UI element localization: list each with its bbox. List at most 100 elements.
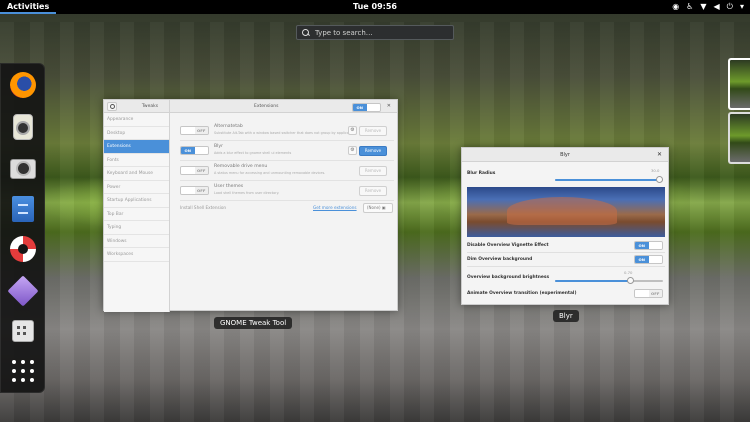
remove-button[interactable]: Remove (359, 146, 387, 156)
extension-toggle[interactable]: OFF (180, 126, 209, 135)
extensions-master-toggle[interactable]: ON (352, 103, 381, 112)
dash-tweak-tool[interactable] (8, 316, 38, 346)
toggle-knob (635, 290, 649, 297)
files-icon (12, 196, 34, 222)
workspace-thumbnail-2[interactable] (728, 112, 750, 164)
toggle-on-label: ON (353, 104, 367, 111)
toggle-off-label: OFF (194, 167, 208, 174)
sidebar-item-extensions[interactable]: Extensions (104, 140, 169, 154)
sidebar-item-typing[interactable]: Typing (104, 221, 169, 235)
search-icon[interactable] (107, 102, 117, 111)
firefox-icon (10, 72, 36, 98)
gear-icon[interactable]: ⚙ (348, 146, 357, 155)
network-icon[interactable]: ▼ (700, 1, 706, 13)
extension-description: Adds a blur effect to gnome shell ui ele… (214, 151, 292, 155)
extension-row-blyr: ON Blyr Adds a blur effect to gnome shel… (180, 141, 394, 161)
get-more-extensions-link[interactable]: Get more extensions (313, 205, 357, 210)
header-divider (169, 100, 170, 113)
animate-label: Animate Overview transition (experimenta… (467, 291, 577, 296)
folder-icon: ▣ (381, 205, 386, 210)
window-title: Blyr (560, 152, 570, 158)
extension-description: Substitute Alt-Tab with a window based s… (214, 131, 356, 135)
extension-row-user-themes: OFF User themes Load shell themes from u… (180, 181, 394, 201)
clock[interactable]: Tue 09:56 (353, 2, 397, 11)
power-icon[interactable]: ⏻ (727, 1, 733, 13)
top-bar: Activities Tue 09:56 ◉ ♿ ▼ ◀ ⏻ ▾ (0, 0, 750, 14)
dim-background-toggle[interactable]: ON (634, 255, 663, 264)
app-grid-icon (12, 360, 34, 382)
search-placeholder: Type to search… (315, 28, 373, 37)
sidebar-item-power[interactable]: Power (104, 181, 169, 194)
install-extension-row: Install Shell Extension Get more extensi… (180, 202, 394, 215)
slider-fill (555, 179, 660, 181)
sidebar-item-desktop[interactable]: Desktop (104, 127, 169, 140)
blur-radius-slider[interactable] (555, 176, 664, 183)
sidebar-item-top-bar[interactable]: Top Bar (104, 208, 169, 221)
animate-row: Animate Overview transition (experimenta… (467, 289, 665, 301)
lifebuoy-icon (10, 236, 36, 262)
close-icon[interactable]: ✕ (657, 151, 662, 158)
volume-icon[interactable]: ◀ (714, 1, 720, 13)
vignette-label: Disable Overview Vignette Effect (467, 243, 549, 248)
brightness-value: 0.70 (624, 270, 633, 275)
sidebar-title: Tweaks (141, 104, 159, 109)
toggle-on-label: ON (635, 242, 649, 249)
vignette-toggle[interactable]: ON (634, 241, 663, 250)
remove-button[interactable]: Remove (359, 166, 387, 176)
dash-firefox[interactable] (8, 70, 38, 100)
brightness-slider[interactable] (555, 277, 663, 284)
show-applications-button[interactable] (8, 356, 38, 386)
sidebar-item-workspaces[interactable]: Workspaces (104, 248, 169, 262)
dash-gem[interactable] (7, 275, 39, 307)
tweak-tool-window[interactable]: Tweaks Extensions ON ✕ Appearance Deskto… (103, 99, 399, 312)
toggle-knob (181, 167, 195, 174)
window-header: Blyr ✕ (462, 148, 668, 162)
system-tray[interactable]: ◉ ♿ ▼ ◀ ⏻ ▾ (672, 1, 744, 13)
dash-rhythmbox[interactable] (8, 112, 38, 142)
animate-toggle[interactable]: OFF (634, 289, 663, 298)
toggle-knob (366, 104, 380, 111)
sidebar-item-startup-applications[interactable]: Startup Applications (104, 194, 169, 208)
dim-background-label: Dim Overview background (467, 257, 533, 262)
dash (0, 63, 45, 393)
workspace-thumbnail-1[interactable] (728, 58, 750, 110)
extension-toggle[interactable]: OFF (180, 186, 209, 195)
activities-button[interactable]: Activities (0, 0, 57, 14)
menu-arrow-icon[interactable]: ▾ (740, 1, 744, 13)
toggle-knob (648, 256, 662, 263)
extensions-list: OFF Alternatetab Substitute Alt-Tab with… (170, 113, 399, 312)
extension-toggle[interactable]: ON (180, 146, 209, 155)
extension-description: Load shell themes from user directory. (214, 191, 280, 195)
tweak-sidebar: Appearance Desktop Extensions Fonts Keyb… (104, 113, 170, 312)
toggle-off-label: OFF (194, 127, 208, 134)
dash-files[interactable] (8, 194, 38, 224)
dash-cheese[interactable] (8, 154, 38, 184)
gear-icon[interactable]: ⚙ (348, 126, 357, 135)
extension-name: Blyr (214, 144, 224, 149)
install-file-button[interactable]: (None) ▣ (363, 203, 393, 213)
dash-help[interactable] (8, 234, 38, 264)
remove-button[interactable]: Remove (359, 126, 387, 136)
blur-radius-row: Blur Radius (467, 171, 665, 176)
blyr-window[interactable]: Blyr ✕ Blur Radius 30.0 Disable Overview… (461, 147, 669, 305)
gem-icon (7, 275, 39, 307)
remove-button[interactable]: Remove (359, 186, 387, 196)
blur-radius-label: Blur Radius (467, 171, 496, 176)
dim-background-row: Dim Overview background ON (467, 255, 665, 267)
slider-handle[interactable] (627, 277, 635, 284)
brightness-label: Overview background brightness (467, 275, 550, 280)
toggle-knob (181, 187, 195, 194)
window-label-tweak-tool[interactable]: GNOME Tweak Tool (214, 317, 293, 329)
search-input[interactable]: Type to search… (296, 25, 454, 40)
extension-name: Alternatetab (214, 124, 243, 129)
slider-handle[interactable] (656, 176, 664, 183)
sidebar-item-fonts[interactable]: Fonts (104, 154, 169, 167)
sidebar-item-windows[interactable]: Windows (104, 235, 169, 248)
sidebar-item-appearance[interactable]: Appearance (104, 113, 169, 127)
extension-toggle[interactable]: OFF (180, 166, 209, 175)
close-icon[interactable]: ✕ (387, 103, 391, 109)
sidebar-item-keyboard-and-mouse[interactable]: Keyboard and Mouse (104, 167, 169, 181)
accessibility-icon[interactable]: ♿ (686, 1, 693, 13)
record-icon[interactable]: ◉ (672, 1, 679, 13)
window-label-blyr[interactable]: Blyr (553, 310, 579, 322)
